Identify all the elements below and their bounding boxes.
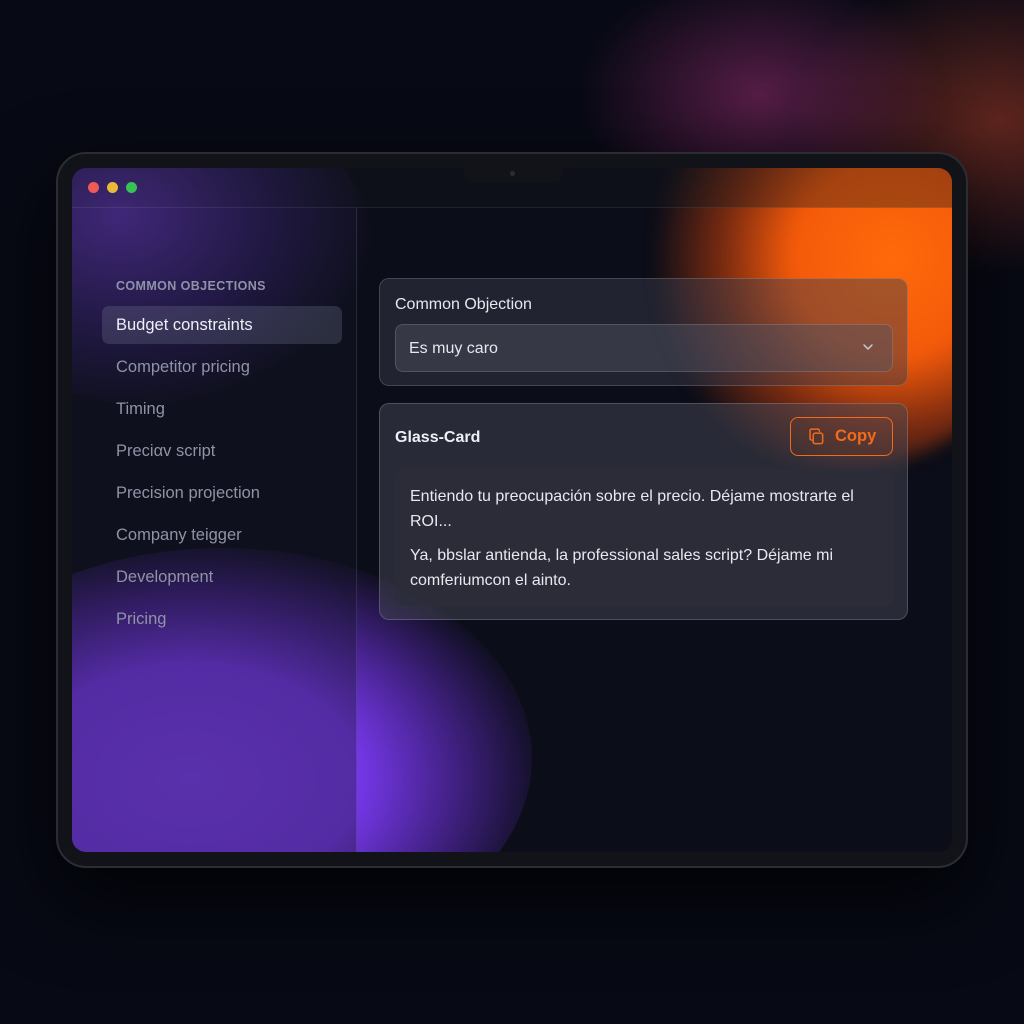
copy-icon <box>809 428 824 445</box>
window-maximize-button[interactable] <box>126 182 137 193</box>
sidebar-item-pricing[interactable]: Pricing <box>102 600 342 638</box>
objection-list: Budget constraints Competitor pricing Ti… <box>102 306 342 642</box>
backdrop: COMMON OBJECTIONS Budget constraints Com… <box>0 0 1024 1024</box>
script-paragraph: Ya, bbslar antienda, la professional sal… <box>410 547 834 589</box>
objection-card: Common Objection Es muy caro <box>379 278 908 386</box>
laptop-frame: COMMON OBJECTIONS Budget constraints Com… <box>56 152 968 868</box>
sidebar-section-label: COMMON OBJECTIONS <box>116 279 266 293</box>
window-close-button[interactable] <box>88 182 99 193</box>
copy-button[interactable]: Copy <box>790 417 893 456</box>
camera-icon <box>510 171 515 176</box>
sidebar-item-competitor-pricing[interactable]: Competitor pricing <box>102 348 342 386</box>
script-paragraph: Entiendo tu preocupación sobre el precio… <box>410 488 854 530</box>
objection-label: Common Objection <box>395 296 532 313</box>
sidebar: COMMON OBJECTIONS Budget constraints Com… <box>72 208 357 852</box>
camera-notch <box>464 168 562 183</box>
window-minimize-button[interactable] <box>107 182 118 193</box>
glass-card-title: Glass-Card <box>395 429 481 446</box>
sidebar-item-timing[interactable]: Timing <box>102 390 342 428</box>
sidebar-item-company-teigger[interactable]: Company teigger <box>102 516 342 554</box>
chevron-down-icon <box>863 344 873 350</box>
sidebar-item-budget-constraints[interactable]: Budget constraints <box>102 306 342 344</box>
objection-select[interactable]: Es muy caro <box>395 324 893 372</box>
sidebar-item-development[interactable]: Development <box>102 558 342 596</box>
sidebar-item-precision-projection[interactable]: Precision projection <box>102 474 342 512</box>
app-window: COMMON OBJECTIONS Budget constraints Com… <box>72 168 952 852</box>
copy-button-label: Copy <box>835 427 877 445</box>
sidebar-item-preciav-script[interactable]: Preciαv script <box>102 432 342 470</box>
glass-card: Glass-Card Copy Entiendo tu preocupación… <box>379 403 908 620</box>
script-text-box: Entiendo tu preocupación sobre el precio… <box>395 469 893 606</box>
main-panel: Common Objection Es muy caro Glass-Card <box>357 208 952 852</box>
objection-select-value: Es muy caro <box>409 340 498 357</box>
